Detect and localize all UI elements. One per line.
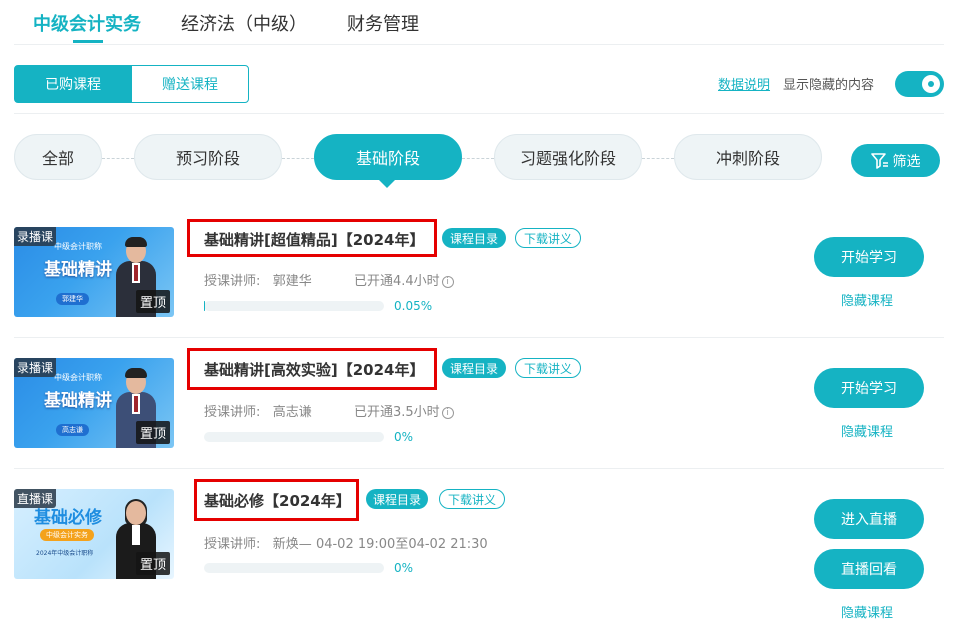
pin-badge[interactable]: 置顶 — [135, 552, 170, 575]
thumb-teacher: 郭建华 — [56, 293, 89, 305]
progress-text: 0% — [394, 430, 414, 444]
course-type-tag: 录播课 — [14, 227, 57, 246]
stage-connector — [642, 158, 674, 159]
course-type-tag: 录播课 — [14, 358, 57, 377]
thumb-teacher: 高志谦 — [56, 424, 89, 436]
course-catalog-button[interactable]: 课程目录 — [366, 489, 428, 509]
stage-connector — [282, 158, 314, 159]
opened-duration: 已开通3.5小时 i — [354, 401, 454, 420]
course-title[interactable]: 基础必修【2024年】 — [204, 490, 351, 511]
pin-badge[interactable]: 置顶 — [135, 421, 170, 444]
gifted-courses-tab[interactable]: 赠送课程 — [131, 65, 249, 103]
active-stage-pointer — [378, 179, 396, 188]
teacher-info: 授课讲师: 高志谦 — [204, 405, 312, 420]
tab-economic-law[interactable]: 经济法（中级） — [181, 10, 307, 36]
show-hidden-label: 显示隐藏的内容 — [783, 78, 875, 93]
course-catalog-button[interactable]: 课程目录 — [442, 228, 506, 248]
course-catalog-button[interactable]: 课程目录 — [442, 358, 506, 378]
course-title[interactable]: 基础精讲[超值精品]【2024年】 — [204, 229, 424, 250]
teacher-info: 授课讲师: 郭建华 — [204, 274, 312, 289]
purchased-courses-tab[interactable]: 已购课程 — [14, 65, 132, 103]
opened-duration: 已开通4.4小时 i — [354, 270, 454, 289]
info-icon[interactable]: i — [441, 275, 454, 288]
stage-preview[interactable]: 预习阶段 — [134, 134, 282, 180]
tab-intermediate-accounting[interactable]: 中级会计实务 — [33, 10, 141, 36]
hide-course-link[interactable]: 隐藏课程 — [841, 421, 893, 440]
thumb-caption: 2024年中级会计职称 — [36, 550, 94, 557]
live-schedule: 04-02 19:00至04-02 21:30 — [315, 537, 488, 552]
info-icon[interactable]: i — [441, 406, 454, 419]
course-title[interactable]: 基础精讲[高效实验]【2024年】 — [204, 359, 424, 380]
progress-bar — [204, 432, 384, 442]
hide-course-link[interactable]: 隐藏课程 — [841, 290, 893, 309]
divider — [14, 337, 944, 338]
stage-exercise[interactable]: 习题强化阶段 — [494, 134, 642, 180]
divider — [14, 468, 944, 469]
tab-financial-management[interactable]: 财务管理 — [347, 10, 419, 36]
progress-bar — [204, 563, 384, 573]
toggle-knob — [922, 75, 940, 93]
start-learning-button[interactable]: 开始学习 — [814, 237, 924, 277]
start-learning-button[interactable]: 开始学习 — [814, 368, 924, 408]
progress-bar — [204, 301, 384, 311]
filter-button[interactable]: 筛选 — [851, 144, 940, 177]
thumb-subtitle: 中级会计实务 — [40, 529, 94, 541]
teacher-info: 授课讲师: 新焕— 04-02 19:00至04-02 21:30 — [204, 537, 488, 552]
thumb-title: 基础精讲 — [44, 391, 112, 411]
thumb-subtitle: 中级会计职称 — [54, 242, 102, 251]
course-thumbnail[interactable]: 中级会计职称 基础精讲 高志谦 录播课 置顶 — [14, 358, 174, 448]
hide-course-link[interactable]: 隐藏课程 — [841, 602, 893, 621]
download-notes-button[interactable]: 下载讲义 — [439, 489, 505, 509]
course-thumbnail[interactable]: 中级会计职称 基础精讲 郭建华 录播课 置顶 — [14, 227, 174, 317]
enter-live-button[interactable]: 进入直播 — [814, 499, 924, 539]
stage-sprint[interactable]: 冲刺阶段 — [674, 134, 822, 180]
pin-badge[interactable]: 置顶 — [135, 290, 170, 313]
stage-connector — [102, 158, 134, 159]
filter-label: 筛选 — [892, 153, 921, 170]
filter-icon — [870, 152, 888, 169]
divider — [14, 44, 944, 45]
stage-connector — [462, 158, 494, 159]
download-notes-button[interactable]: 下载讲义 — [515, 358, 581, 378]
stage-all[interactable]: 全部 — [14, 134, 102, 180]
course-type-tag: 直播课 — [14, 489, 57, 508]
course-thumbnail[interactable]: 基础必修 中级会计实务 2024年中级会计职称 直播课 置顶 — [14, 489, 174, 579]
progress-text: 0.05% — [394, 299, 433, 313]
download-notes-button[interactable]: 下载讲义 — [515, 228, 581, 248]
show-hidden-toggle[interactable] — [895, 71, 944, 97]
active-tab-indicator — [73, 40, 103, 43]
stage-basic[interactable]: 基础阶段 — [314, 134, 462, 180]
data-note-link[interactable]: 数据说明 — [718, 74, 770, 93]
progress-text: 0% — [394, 561, 414, 575]
thumb-title: 基础精讲 — [44, 260, 112, 280]
thumb-subtitle: 中级会计职称 — [54, 373, 102, 382]
live-replay-button[interactable]: 直播回看 — [814, 549, 924, 589]
divider — [14, 113, 944, 114]
